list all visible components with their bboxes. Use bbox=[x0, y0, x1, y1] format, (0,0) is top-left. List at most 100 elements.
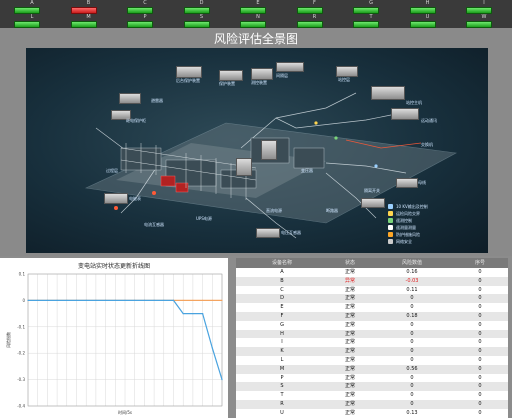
table-header-cell[interactable]: 风险数值 bbox=[372, 258, 452, 268]
device-server-2[interactable] bbox=[391, 108, 419, 120]
status-lamp-icon[interactable] bbox=[296, 21, 323, 28]
status-lamp-icon[interactable] bbox=[127, 21, 153, 28]
device-cabinet-1[interactable] bbox=[236, 158, 252, 176]
table-header-cell[interactable]: 序号 bbox=[452, 258, 508, 268]
device-rack-10[interactable] bbox=[361, 198, 385, 208]
status-lamp-icon[interactable] bbox=[466, 21, 492, 28]
status-cell-d[interactable]: D bbox=[174, 0, 230, 14]
node-label: 继电保护柜 bbox=[126, 118, 146, 123]
status-cell-l[interactable]: L bbox=[4, 14, 60, 28]
status-cell-h[interactable]: H bbox=[400, 0, 456, 14]
table-row[interactable]: D 正常 0 0 bbox=[236, 294, 508, 304]
table-cell: 0 bbox=[478, 365, 482, 372]
device-cabinet-2[interactable] bbox=[261, 140, 277, 160]
table-row[interactable]: U 正常 0.13 0 bbox=[236, 408, 508, 418]
status-lamp-icon[interactable] bbox=[14, 21, 40, 28]
device-rack-11[interactable] bbox=[396, 178, 418, 188]
table-row[interactable]: P 正常 0 0 bbox=[236, 373, 508, 383]
node-label: 间隔层 bbox=[276, 73, 288, 78]
status-lamp-icon[interactable] bbox=[409, 7, 436, 14]
status-cell-s[interactable]: S bbox=[174, 14, 230, 28]
device-rack-2[interactable] bbox=[219, 70, 243, 81]
status-lamp-icon[interactable] bbox=[240, 7, 266, 14]
y-tick-label: -0.3 bbox=[17, 377, 25, 382]
status-cell-r[interactable]: R bbox=[287, 14, 343, 28]
status-lamp-icon[interactable] bbox=[127, 7, 153, 14]
table-row[interactable]: I 正常 0 0 bbox=[236, 338, 508, 348]
table-cell: 0 bbox=[478, 313, 482, 319]
status-cell-b[interactable]: B bbox=[61, 0, 117, 14]
status-cell-t[interactable]: T bbox=[343, 14, 399, 28]
node-label: 过程层 bbox=[106, 168, 118, 173]
device-rack-5[interactable] bbox=[336, 66, 358, 77]
status-cell-g[interactable]: G bbox=[343, 0, 399, 14]
status-cell-u[interactable]: U bbox=[400, 14, 456, 28]
status-lamp-icon[interactable] bbox=[183, 21, 210, 28]
data-point bbox=[124, 299, 126, 301]
table-cell: 0 bbox=[410, 348, 414, 355]
table-cell: L bbox=[280, 357, 284, 363]
table-row[interactable]: S 正常 0 0 bbox=[236, 382, 508, 392]
table-row[interactable]: F 正常 0.18 0 bbox=[236, 312, 508, 321]
table-row[interactable]: M 正常 0.56 0 bbox=[236, 364, 508, 374]
table-cell: H bbox=[280, 330, 284, 337]
status-cell-i[interactable]: I bbox=[456, 0, 512, 14]
legend-label: 遥测控制 bbox=[396, 218, 412, 223]
table-row[interactable]: H 正常 0 0 bbox=[236, 329, 508, 339]
table-header-cell[interactable]: 状态 bbox=[328, 258, 372, 268]
status-cell-a[interactable]: A bbox=[4, 0, 60, 14]
node-label: 隔离开关 bbox=[364, 188, 380, 193]
table-row[interactable]: R 正常 0 0 bbox=[236, 400, 508, 409]
device-rack-3[interactable] bbox=[251, 68, 273, 80]
table-row[interactable]: E 正常 0 0 bbox=[236, 303, 508, 312]
table-header-cell[interactable]: 设备名称 bbox=[236, 258, 328, 268]
status-cell-e[interactable]: E bbox=[230, 0, 286, 14]
table-row[interactable]: B 异常 -0.03 0 bbox=[236, 276, 508, 286]
status-lamp-icon[interactable] bbox=[70, 7, 97, 14]
table-cell: K bbox=[280, 348, 284, 355]
status-lamp-icon[interactable] bbox=[14, 7, 40, 14]
device-rack-4[interactable] bbox=[276, 62, 304, 72]
table-row[interactable]: T 正常 0 0 bbox=[236, 391, 508, 400]
table-row[interactable]: K 正常 0 0 bbox=[236, 347, 508, 356]
y-tick-label: 0 bbox=[22, 298, 25, 303]
status-lamp-icon[interactable] bbox=[70, 21, 97, 28]
status-lamp-icon[interactable] bbox=[466, 7, 492, 14]
table-cell: 0.13 bbox=[406, 409, 418, 416]
table-row[interactable]: A 正常 0.16 0 bbox=[236, 268, 508, 277]
device-rack-1[interactable] bbox=[176, 66, 202, 78]
status-lamp-icon[interactable] bbox=[183, 7, 210, 14]
status-cell-m[interactable]: M bbox=[61, 14, 117, 28]
status-lamp-icon[interactable] bbox=[353, 7, 379, 14]
device-rack-8[interactable] bbox=[104, 193, 128, 204]
device-rack-9[interactable] bbox=[256, 228, 280, 238]
risk-table: 设备名称 状态 风险数值 序号 A 正常 0.16 0 B 异常 -0.03 0 C 正常 0.11 0 D 正… bbox=[236, 258, 508, 418]
table-cell: -0.03 bbox=[405, 277, 419, 284]
substation-scene[interactable]: 后台保护装置 保护装置 测控装置 继电保护柜 站控层 站控主机 远动通讯 交换机… bbox=[26, 48, 488, 253]
table-row[interactable]: L 正常 0 0 bbox=[236, 356, 508, 365]
status-cell-label: P bbox=[143, 14, 147, 20]
status-cell-c[interactable]: C bbox=[117, 0, 173, 14]
status-cell-f[interactable]: F bbox=[287, 0, 343, 14]
status-cell-p[interactable]: P bbox=[117, 14, 173, 28]
table-cell: 0 bbox=[478, 357, 482, 363]
status-cell-label: F bbox=[313, 0, 316, 6]
device-rack-6[interactable] bbox=[119, 93, 141, 104]
data-point bbox=[134, 299, 136, 301]
table-cell: 正常 bbox=[344, 374, 355, 381]
y-axis-label: 风险指数 bbox=[5, 332, 11, 348]
node-label: 远动通讯 bbox=[421, 118, 437, 123]
table-cell: 0 bbox=[478, 374, 482, 381]
data-point bbox=[105, 299, 107, 301]
table-row[interactable]: G 正常 0 0 bbox=[236, 320, 508, 330]
status-cell-w[interactable]: W bbox=[456, 14, 512, 28]
data-point bbox=[85, 299, 87, 301]
status-lamp-icon[interactable] bbox=[240, 21, 266, 28]
status-lamp-icon[interactable] bbox=[409, 21, 436, 28]
device-server-1[interactable] bbox=[371, 86, 405, 100]
status-lamp-icon[interactable] bbox=[353, 21, 379, 28]
status-lamp-icon[interactable] bbox=[296, 7, 323, 14]
status-cell-n[interactable]: N bbox=[230, 14, 286, 28]
table-row[interactable]: C 正常 0.11 0 bbox=[236, 285, 508, 295]
legend-label: 防护措施风险 bbox=[396, 232, 420, 237]
